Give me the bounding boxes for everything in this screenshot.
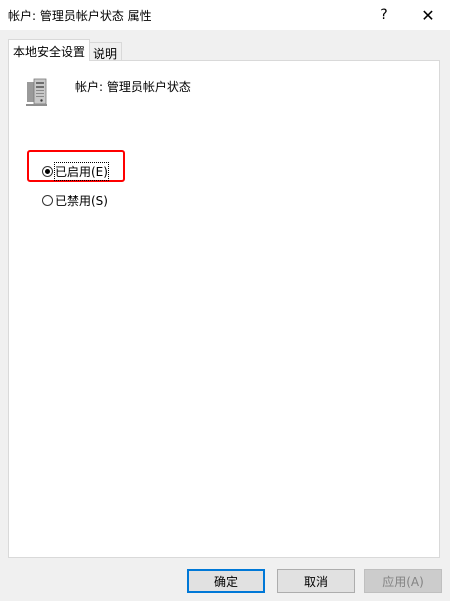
radio-disabled[interactable]: 已禁用(S): [42, 192, 108, 209]
title-bar: 帐户: 管理员帐户状态 属性 ? ✕: [0, 0, 450, 30]
window-title: 帐户: 管理员帐户状态 属性: [8, 9, 152, 23]
help-icon: ?: [380, 7, 388, 23]
tab-explain[interactable]: 说明: [88, 42, 123, 61]
tab-label: 本地安全设置: [13, 45, 86, 59]
radio-label-enabled: 已启用(E): [54, 162, 109, 181]
radio-button-unchecked[interactable]: [42, 195, 53, 206]
policy-name: 帐户: 管理员帐户状态: [75, 80, 191, 94]
server-icon: [26, 78, 47, 106]
apply-button[interactable]: 应用(A): [364, 569, 442, 593]
cancel-button[interactable]: 取消: [277, 569, 355, 593]
cancel-button-label: 取消: [303, 574, 328, 589]
radio-button-checked[interactable]: [42, 166, 53, 177]
radio-enabled[interactable]: 已启用(E): [42, 162, 109, 181]
close-icon: ✕: [421, 5, 435, 25]
ok-button[interactable]: 确定: [187, 569, 265, 593]
ok-button-label: 确定: [213, 574, 238, 589]
tab-label: 说明: [93, 47, 118, 61]
help-button[interactable]: ?: [362, 0, 406, 30]
close-button[interactable]: ✕: [406, 0, 450, 30]
radio-label-disabled: 已禁用(S): [55, 194, 108, 208]
tab-local-security-setting[interactable]: 本地安全设置: [8, 39, 91, 61]
tab-panel: 帐户: 管理员帐户状态 已启用(E) 已禁用(S): [8, 60, 440, 558]
apply-button-label: 应用(A): [382, 574, 424, 589]
dialog-client-area: 本地安全设置 说明 帐户: 管理员帐户状态 已启用(E) 已禁用(S) 确定 取…: [0, 30, 450, 601]
